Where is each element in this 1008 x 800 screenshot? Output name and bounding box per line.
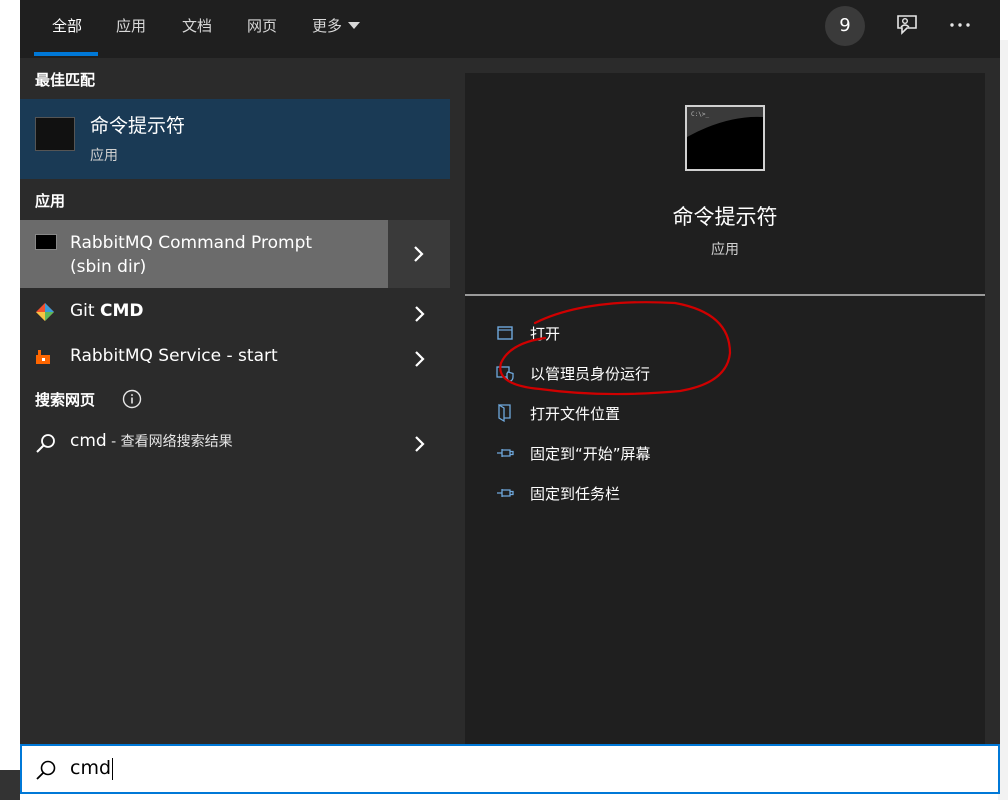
console-icon xyxy=(35,234,57,250)
app-result-rabbitmq-service-start[interactable]: RabbitMQ Service - start xyxy=(20,341,450,375)
git-icon xyxy=(36,303,54,321)
app-result-label-line1: RabbitMQ Command Prompt xyxy=(70,233,313,253)
search-panel: 全部 应用 文档 网页 更多 9 最佳匹配 命令提示符 应用 应用 Rabbit… xyxy=(20,0,1000,745)
rabbitmq-icon xyxy=(36,350,50,364)
search-input[interactable]: cmd xyxy=(70,757,114,780)
tab-documents[interactable]: 文档 xyxy=(182,0,212,52)
chevron-right-icon xyxy=(414,246,424,262)
feedback-icon[interactable] xyxy=(894,12,920,38)
command-prompt-icon xyxy=(35,117,75,151)
section-web-search-label: 搜索网页 xyxy=(35,391,96,409)
annotation-circle xyxy=(499,301,732,396)
results-list: 最佳匹配 命令提示符 应用 应用 RabbitMQ Command Prompt… xyxy=(20,58,450,745)
web-result-query: cmd xyxy=(70,431,107,451)
tab-all[interactable]: 全部 xyxy=(52,0,82,52)
app-result-rabbitmq-command-prompt[interactable]: RabbitMQ Command Prompt (sbin dir) xyxy=(20,220,450,288)
search-icon xyxy=(36,760,56,780)
chevron-down-icon xyxy=(348,22,361,29)
tab-web[interactable]: 网页 xyxy=(247,0,277,52)
active-tab-indicator xyxy=(34,52,98,56)
info-icon[interactable] xyxy=(122,389,142,409)
web-result-cmd[interactable]: cmd - 查看网络搜索结果 xyxy=(20,426,450,460)
app-result-label: Git CMD xyxy=(70,301,143,321)
best-match-title: 命令提示符 xyxy=(90,115,186,137)
section-web-search: 搜索网页 xyxy=(35,389,142,410)
more-options-icon[interactable] xyxy=(947,12,973,38)
chevron-right-icon[interactable] xyxy=(410,434,430,454)
chevron-right-icon[interactable] xyxy=(410,304,430,324)
app-result-label: RabbitMQ Command Prompt (sbin dir) xyxy=(70,231,312,279)
app-result-label-line2: (sbin dir) xyxy=(70,257,147,277)
app-result-git-cmd[interactable]: Git CMD xyxy=(20,296,450,330)
app-result-name-highlight: CMD xyxy=(99,301,144,321)
search-box[interactable]: cmd xyxy=(20,744,1000,794)
app-result-label: RabbitMQ Service - start xyxy=(70,346,278,366)
best-match-subtitle: 应用 xyxy=(90,148,118,164)
search-icon xyxy=(36,434,55,453)
web-result-label: cmd - 查看网络搜索结果 xyxy=(70,431,233,451)
search-top-bar: 全部 应用 文档 网页 更多 9 xyxy=(20,0,1000,58)
search-input-value: cmd xyxy=(70,757,112,779)
preview-pane: C:\>_ 命令提示符 应用 打开 以管理员身份运行 打开文件位置 固定到“开始… xyxy=(465,73,985,745)
tab-more[interactable]: 更多 xyxy=(312,0,361,52)
text-cursor xyxy=(112,757,114,780)
tab-more-label: 更多 xyxy=(312,17,343,35)
tab-apps[interactable]: 应用 xyxy=(116,0,146,52)
chevron-right-icon[interactable] xyxy=(410,349,430,369)
app-result-name: Git xyxy=(70,301,100,321)
rewards-badge[interactable]: 9 xyxy=(825,6,865,46)
best-match-result[interactable]: 命令提示符 应用 xyxy=(20,99,450,179)
section-apps: 应用 xyxy=(35,192,66,210)
section-best-match: 最佳匹配 xyxy=(35,71,96,89)
web-result-suffix: - 查看网络搜索结果 xyxy=(106,434,233,450)
expand-button[interactable] xyxy=(388,220,450,288)
background-taskbar-fragment xyxy=(0,770,20,800)
